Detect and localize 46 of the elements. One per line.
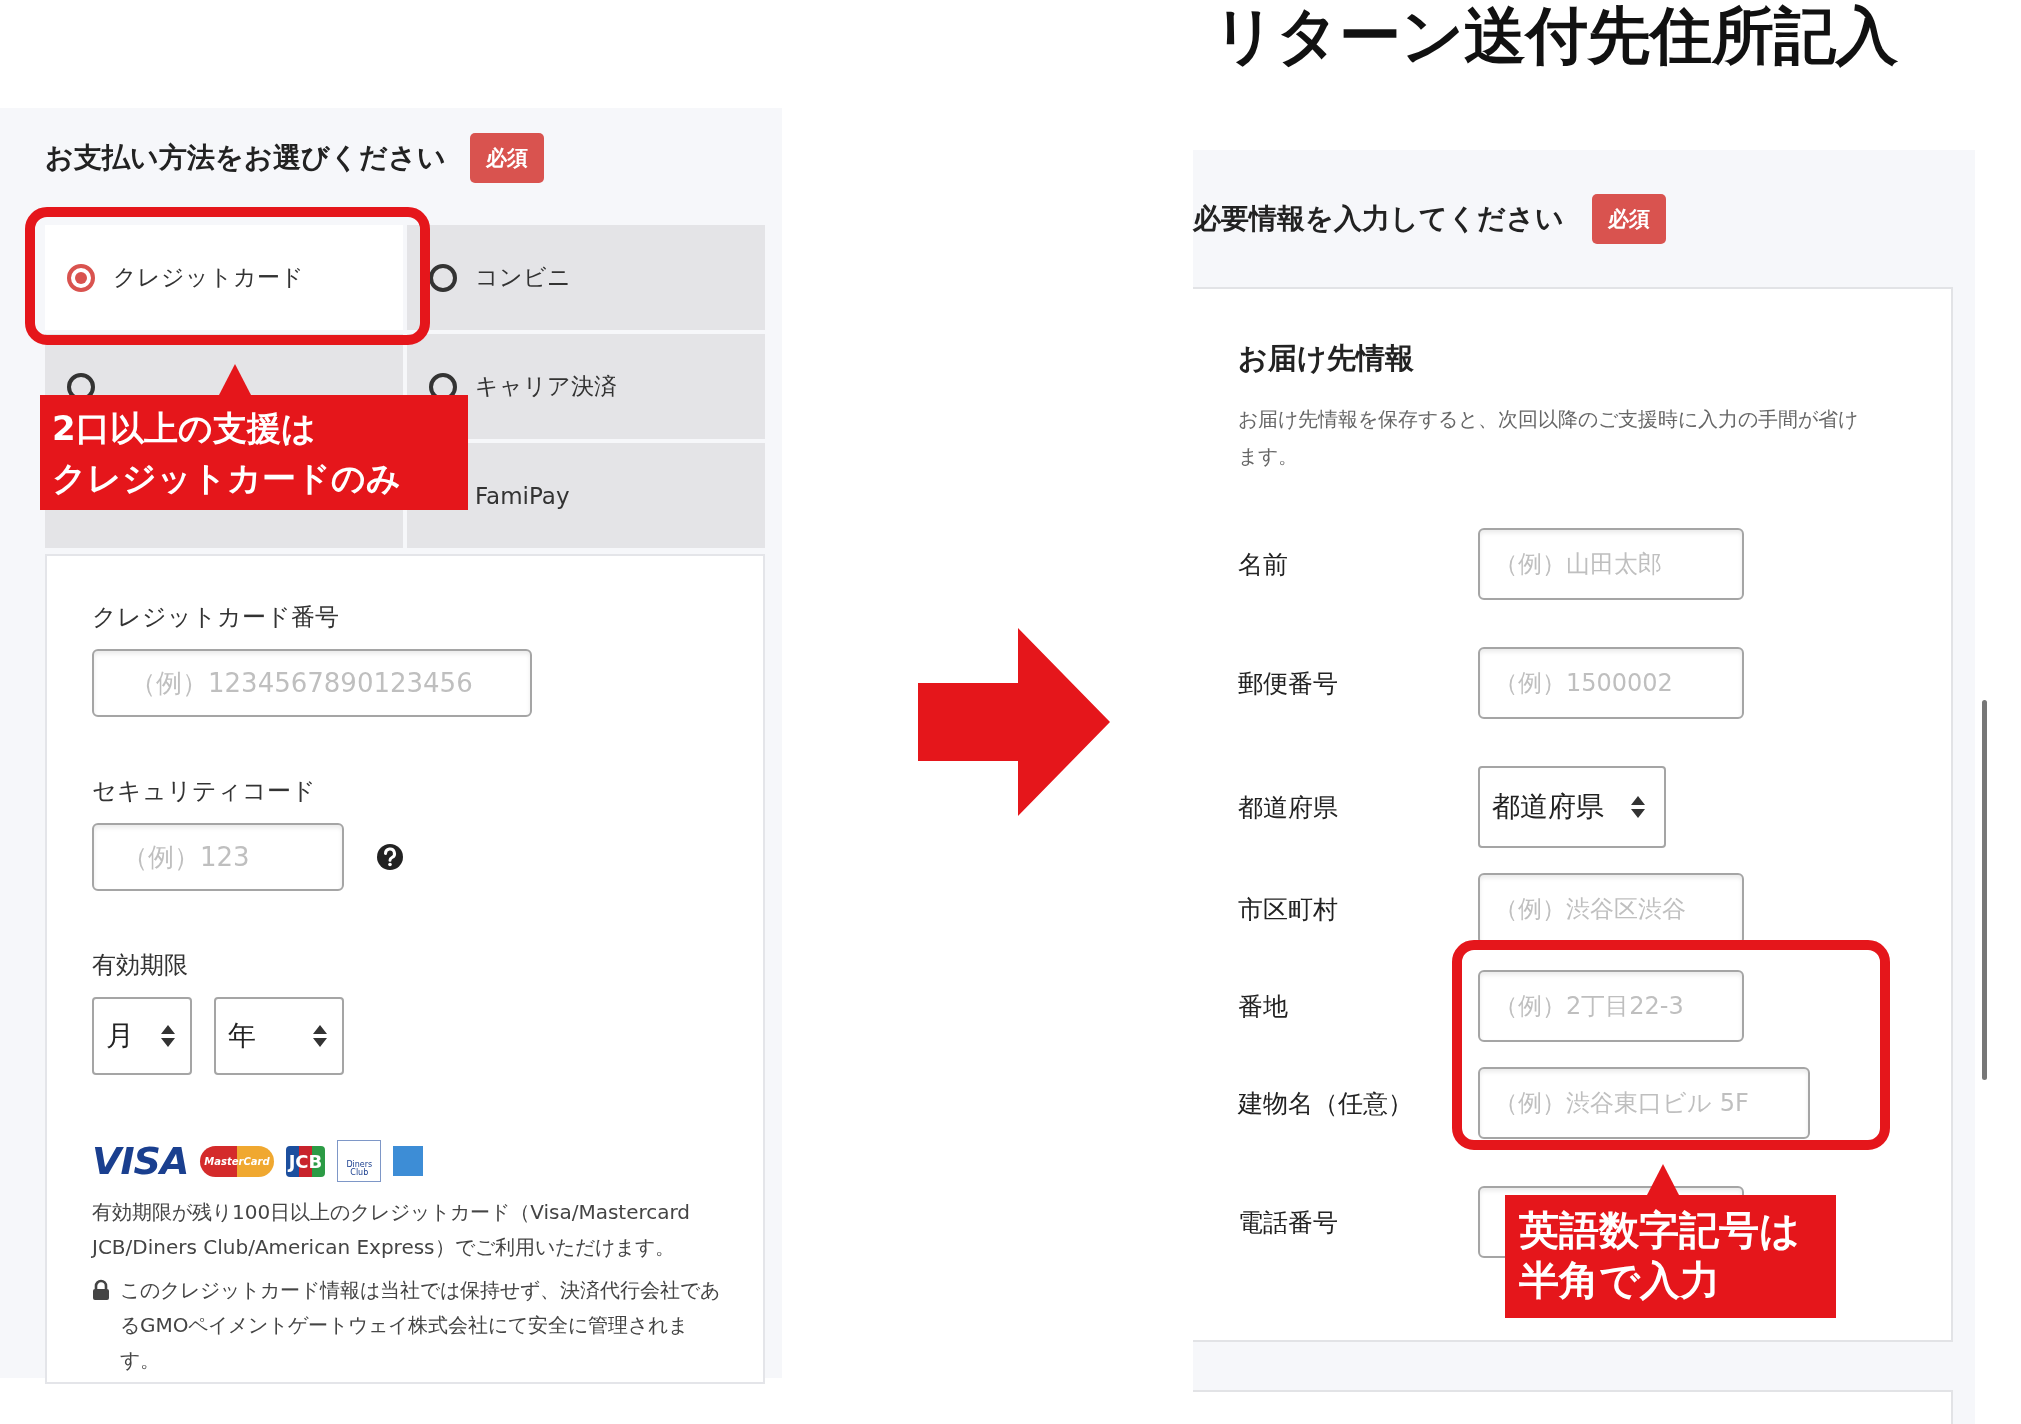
security-note: このクレジットカード情報は当社では保持せず、決済代行会社であるGMOペイメントゲートウェイ株式会社にて安全に管理されます。 — [120, 1277, 721, 1374]
input-field[interactable]: （例）2丁目22-3 — [1478, 970, 1744, 1042]
caret-icon — [160, 1023, 176, 1049]
field-label: 有効期限 — [92, 950, 189, 981]
dropdown[interactable]: 都道府県 — [1478, 766, 1666, 848]
card-brand-logo: MasterCard — [200, 1145, 274, 1177]
input-field[interactable]: （例）1500002 — [1478, 647, 1744, 719]
required-badge: 必須 — [470, 133, 544, 183]
payment-option[interactable]: コンビニ — [407, 225, 765, 330]
field-label: 名前 — [1238, 548, 1289, 581]
input-field[interactable]: （例）山田太郎 — [1478, 528, 1744, 600]
field-label: 電話番号 — [1238, 1206, 1339, 1239]
card-brand-logo: VISA — [92, 1139, 189, 1183]
card-brand-logo — [393, 1146, 424, 1176]
field-label: 建物名（任意） — [1238, 1087, 1414, 1120]
dropdown[interactable]: 年 — [214, 997, 344, 1075]
form-heading: お届け先情報 — [1238, 340, 1415, 377]
page-heading: リターン送付先住所記入 — [1212, 0, 1899, 74]
field-label: クレジットカード番号 — [92, 602, 340, 633]
caret-icon — [1630, 794, 1646, 820]
field-label: 市区町村 — [1238, 893, 1339, 926]
radio-button[interactable] — [429, 263, 457, 292]
notice-text: 有効期限が残り100日以上のクレジットカード（Visa/Mastercard JCB/Diners Club/American Express）でご利用いただけます。 — [92, 1199, 692, 1261]
input-field[interactable]: （例）123 — [92, 823, 344, 891]
input-field[interactable]: （例）1234567890123456 — [92, 649, 532, 717]
payment-option[interactable]: キャリア決済 — [407, 334, 765, 439]
help-icon — [376, 843, 404, 871]
input-field[interactable]: （例）渋谷東口ビル 5F — [1478, 1067, 1810, 1139]
radio-button[interactable] — [67, 263, 95, 292]
right-arrow-icon — [918, 628, 1110, 816]
description-text: お届け先情報を保存すると、次回以降のご支援時に入力の手間が省けます。 — [1238, 406, 1859, 470]
callout-tooltip: 英語数字記号は 半角で入力 — [1505, 1195, 1836, 1318]
section-title: お支払い方法をお選びください — [45, 140, 446, 176]
card-brand-logo: Diners Club — [337, 1140, 382, 1182]
required-badge: 必須 — [1592, 193, 1666, 244]
caret-icon — [312, 1023, 328, 1049]
field-label: 番地 — [1238, 990, 1289, 1023]
payment-option[interactable]: クレジットカード — [45, 225, 403, 330]
callout-tooltip: 2口以上の支援は クレジットカードのみ — [40, 395, 468, 510]
section-title: 必要情報を入力してください — [1193, 200, 1564, 237]
scrollbar[interactable] — [1982, 700, 1987, 1080]
field-label: 都道府県 — [1238, 791, 1339, 824]
lock-icon — [92, 1279, 110, 1301]
field-label: セキュリティコード — [92, 776, 317, 807]
field-label: 郵便番号 — [1238, 667, 1339, 700]
dropdown[interactable]: 月 — [92, 997, 192, 1075]
